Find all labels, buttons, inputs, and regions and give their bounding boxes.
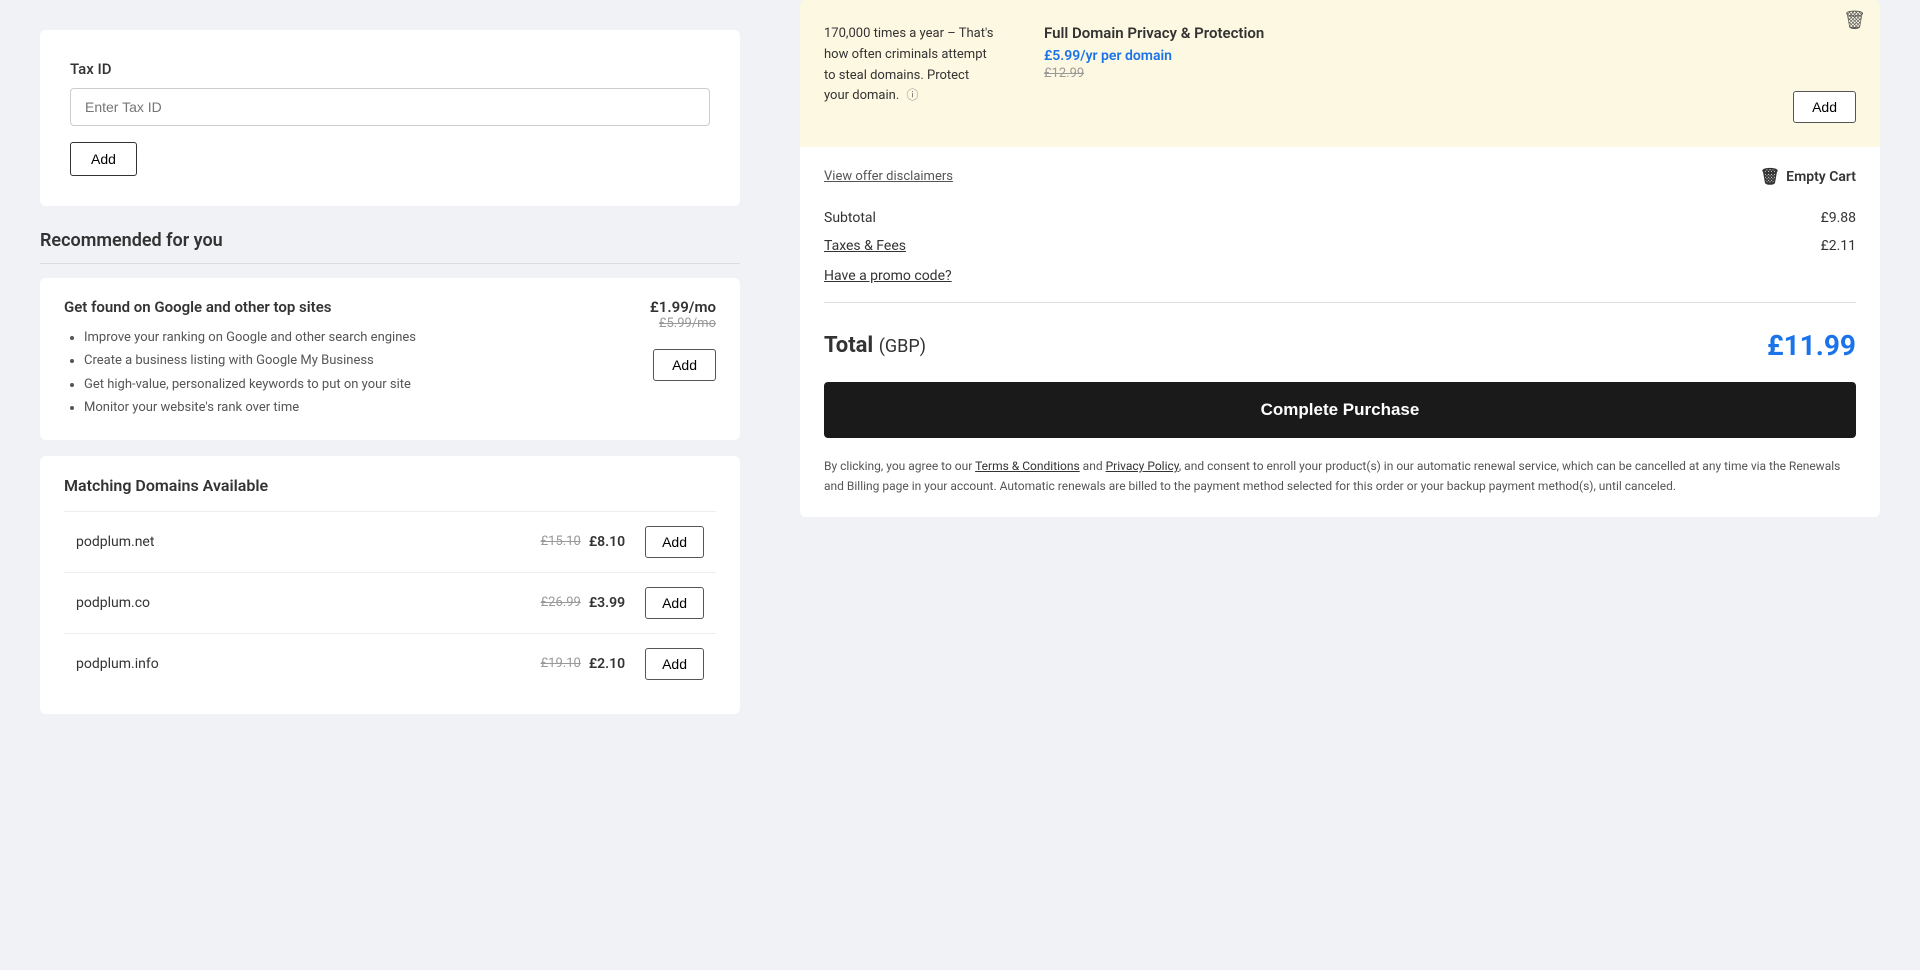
- domain-current-1: £3.99: [589, 595, 625, 611]
- cart-footer: View offer disclaimers 🗑 Empty Cart Subt…: [800, 147, 1880, 517]
- domain-pricing-1: £26.99 £3.99 Add: [541, 587, 704, 619]
- rec-features: Improve your ranking on Google and other…: [64, 326, 606, 420]
- domain-original-2: £19.10: [541, 656, 581, 671]
- info-icon: ⓘ: [907, 88, 919, 102]
- domain-add-button-1[interactable]: Add: [645, 587, 704, 619]
- left-panel: Tax ID Add Recommended for you Get found…: [0, 0, 780, 970]
- taxes-fees-link[interactable]: Taxes & Fees: [824, 238, 906, 254]
- rec-title: Get found on Google and other top sites: [64, 298, 606, 316]
- subtotal-value: £9.88: [1821, 210, 1856, 226]
- rec-feature-4: Monitor your website's rank over time: [84, 396, 606, 419]
- view-disclaimers-link[interactable]: View offer disclaimers: [824, 169, 953, 184]
- total-currency: (GBP): [879, 336, 926, 357]
- tax-label: Tax ID: [70, 60, 710, 78]
- recommendation-card: Get found on Google and other top sites …: [40, 278, 740, 440]
- privacy-upsell-card: 170,000 times a year – That's how often …: [800, 0, 1880, 147]
- domain-row-2: podplum.info £19.10 £2.10 Add: [64, 633, 716, 694]
- promo-code-link[interactable]: Have a promo code?: [824, 260, 1856, 292]
- domain-name-2: podplum.info: [76, 656, 159, 672]
- taxes-fees-row: Taxes & Fees £2.11: [824, 232, 1856, 260]
- empty-cart-button[interactable]: 🗑 Empty Cart: [1760, 167, 1856, 186]
- rec-feature-1: Improve your ranking on Google and other…: [84, 326, 606, 349]
- tax-id-input[interactable]: [70, 88, 710, 126]
- rec-price-current: £1.99/mo: [650, 298, 716, 316]
- cart-container: 170,000 times a year – That's how often …: [800, 0, 1880, 517]
- domain-row-1: podplum.co £26.99 £3.99 Add: [64, 572, 716, 633]
- rec-content: Get found on Google and other top sites …: [64, 298, 606, 420]
- privacy-add-button[interactable]: Add: [1793, 91, 1856, 123]
- tax-add-button[interactable]: Add: [70, 142, 137, 176]
- domain-pricing-2: £19.10 £2.10 Add: [541, 648, 704, 680]
- taxes-fees-value: £2.11: [1821, 238, 1856, 254]
- complete-purchase-button[interactable]: Complete Purchase: [824, 382, 1856, 438]
- terms-link[interactable]: Terms & Conditions: [975, 459, 1080, 473]
- privacy-description: 170,000 times a year – That's how often …: [800, 0, 1020, 147]
- cart-links-row: View offer disclaimers 🗑 Empty Cart: [824, 167, 1856, 186]
- rec-price-original: £5.99/mo: [659, 316, 716, 331]
- rec-add-button[interactable]: Add: [653, 349, 716, 381]
- privacy-price-original: £12.99: [1044, 66, 1856, 81]
- matching-section: Matching Domains Available podplum.net £…: [40, 456, 740, 714]
- domain-row-0: podplum.net £15.10 £8.10 Add: [64, 511, 716, 572]
- privacy-price-current: £5.99/yr per domain: [1044, 48, 1856, 64]
- rec-pricing: £1.99/mo £5.99/mo Add: [606, 298, 716, 381]
- privacy-link[interactable]: Privacy Policy: [1106, 459, 1179, 473]
- total-text: Total: [824, 333, 873, 358]
- rec-feature-3: Get high-value, personalized keywords to…: [84, 373, 606, 396]
- privacy-product: 🗑 Full Domain Privacy & Protection £5.99…: [1020, 0, 1880, 147]
- subtotal-label: Subtotal: [824, 210, 876, 226]
- domain-name-1: podplum.co: [76, 595, 150, 611]
- empty-cart-label: Empty Cart: [1786, 169, 1856, 185]
- legal-text: By clicking, you agree to our Terms & Co…: [824, 456, 1856, 497]
- right-panel: 170,000 times a year – That's how often …: [780, 0, 1920, 970]
- domain-add-button-0[interactable]: Add: [645, 526, 704, 558]
- legal-prefix: By clicking, you agree to our: [824, 459, 975, 473]
- recommended-section: Recommended for you Get found on Google …: [40, 230, 740, 714]
- domain-original-0: £15.10: [541, 534, 581, 549]
- recommended-title: Recommended for you: [40, 230, 740, 264]
- domain-pricing-0: £15.10 £8.10 Add: [541, 526, 704, 558]
- total-row: Total (GBP) £11.99: [824, 313, 1856, 382]
- trash-icon: 🗑: [1760, 167, 1780, 186]
- total-label: Total (GBP): [824, 333, 926, 358]
- total-divider: [824, 302, 1856, 303]
- delete-icon[interactable]: 🗑: [1843, 10, 1866, 31]
- total-amount: £11.99: [1767, 329, 1856, 362]
- domain-original-1: £26.99: [541, 595, 581, 610]
- domain-name-0: podplum.net: [76, 534, 154, 550]
- tax-section: Tax ID Add: [40, 30, 740, 206]
- legal-and: and: [1080, 459, 1106, 473]
- domain-current-2: £2.10: [589, 656, 625, 672]
- matching-title: Matching Domains Available: [64, 476, 716, 495]
- subtotal-row: Subtotal £9.88: [824, 204, 1856, 232]
- domain-current-0: £8.10: [589, 534, 625, 550]
- domain-add-button-2[interactable]: Add: [645, 648, 704, 680]
- rec-feature-2: Create a business listing with Google My…: [84, 349, 606, 372]
- privacy-product-title: Full Domain Privacy & Protection: [1044, 24, 1856, 42]
